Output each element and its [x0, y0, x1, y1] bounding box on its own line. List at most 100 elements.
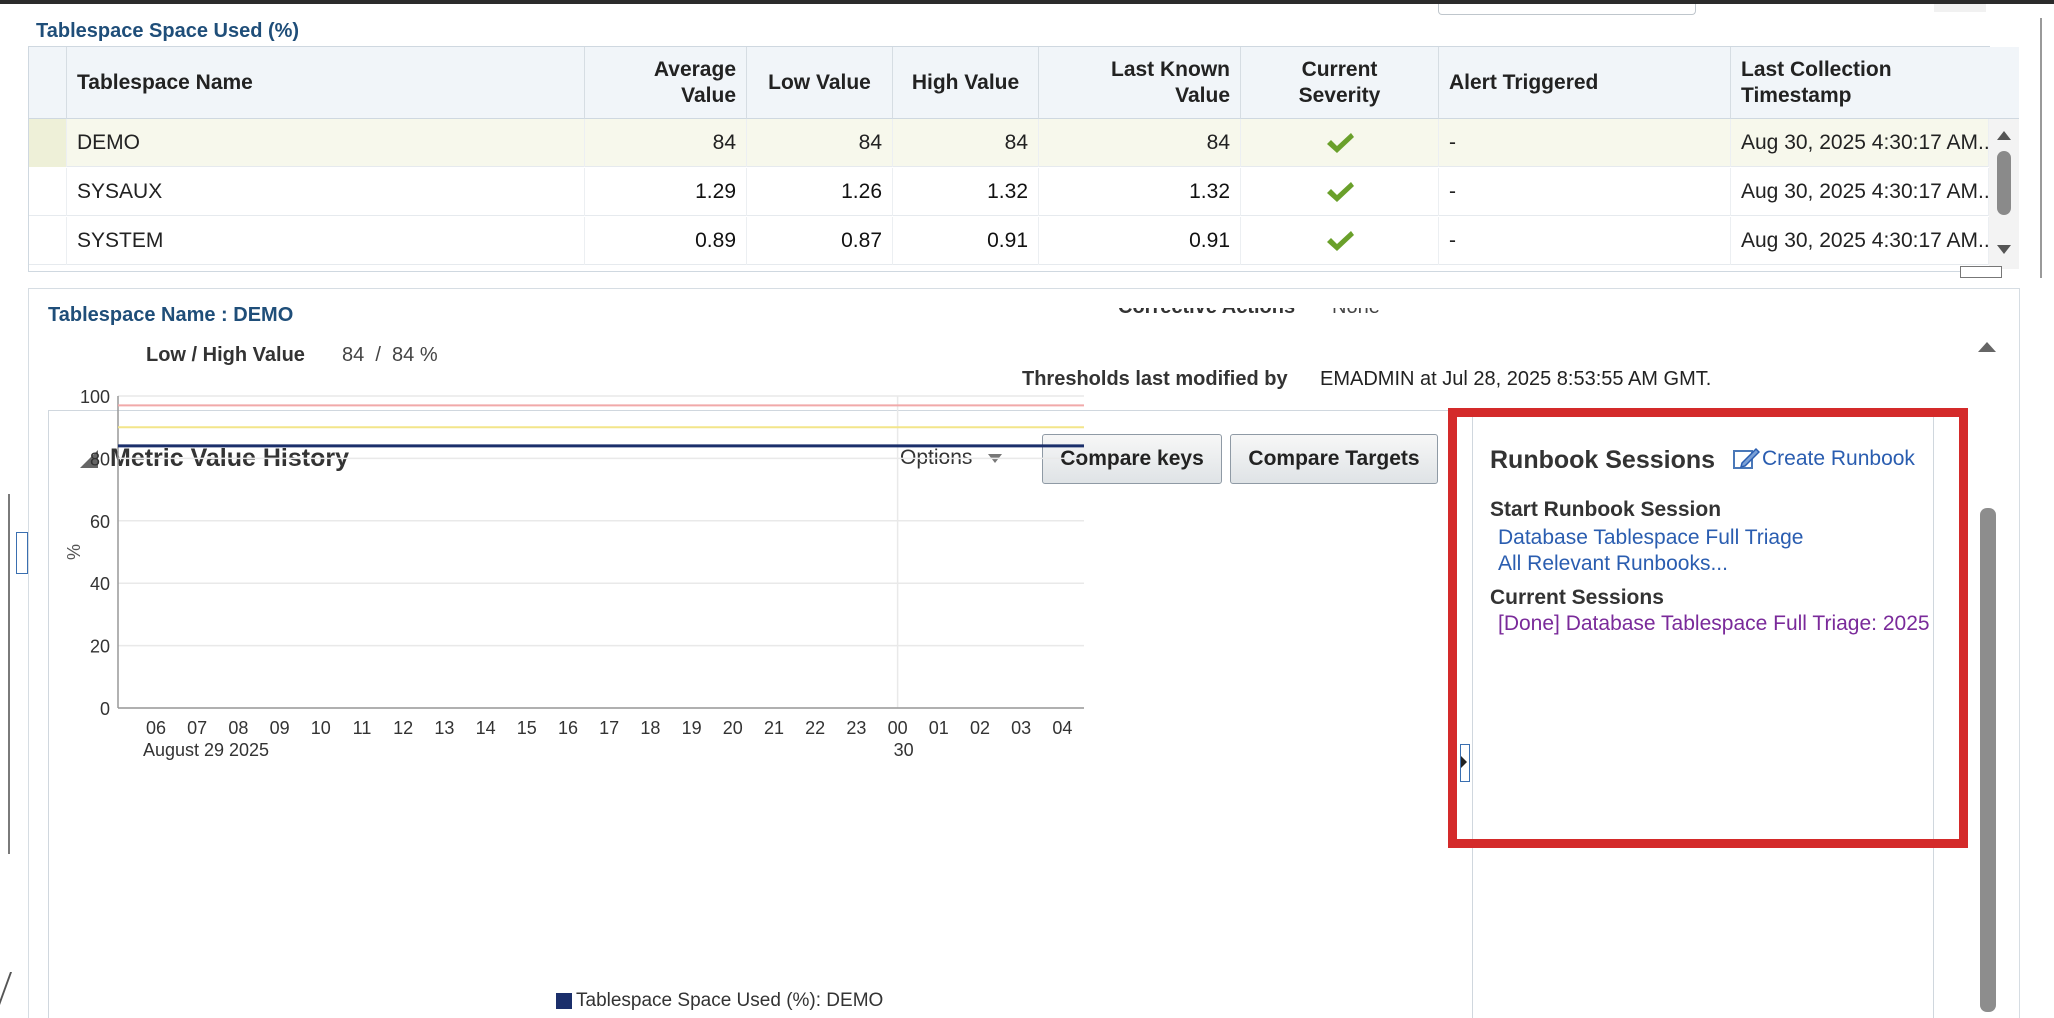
legend: Tablespace Space Used (%): DEMO — [556, 990, 883, 1012]
header-last-known-value[interactable]: Last Known Value — [1039, 47, 1241, 119]
tablespace-detail-title: Tablespace Name : DEMO — [48, 304, 294, 326]
corrective-actions-value: None — [1332, 308, 1380, 319]
cell-ts: Aug 30, 2025 4:30:17 AM... — [1731, 119, 1989, 167]
row-selector — [29, 217, 67, 265]
cell-alert: - — [1439, 168, 1731, 216]
header-last-line2: Value — [1175, 83, 1230, 107]
header-low-value[interactable]: Low Value — [747, 47, 893, 119]
x-tick-label: 15 — [517, 718, 537, 738]
cell-alert: - — [1439, 217, 1731, 265]
cell-last: 1.32 — [1039, 168, 1241, 216]
table-scrollbar[interactable] — [1989, 119, 2019, 269]
date-label: August 29 2025 — [143, 740, 269, 760]
current-sessions-heading: Current Sessions — [1490, 586, 1664, 609]
table-row[interactable]: SYSAUX 1.29 1.26 1.32 1.32- Aug 30, 2025 4:30… — [29, 168, 1989, 216]
table-scroll-thumb[interactable] — [1997, 151, 2011, 215]
x-tick-label: 23 — [846, 718, 866, 738]
y-tick-label: 100 — [80, 387, 110, 407]
create-runbook-link[interactable]: Create Runbook — [1732, 446, 1915, 472]
header-alert-triggered[interactable]: Alert Triggered — [1439, 47, 1731, 119]
y-tick-label: 20 — [90, 637, 110, 657]
cell-last: 84 — [1039, 119, 1241, 167]
y-tick-label: 60 — [90, 512, 110, 532]
x-tick-label: 20 — [723, 718, 743, 738]
cell-high: 0.91 — [893, 217, 1039, 265]
check-icon — [1326, 182, 1354, 202]
y-tick-label: 40 — [90, 574, 110, 594]
y-axis-label: % — [64, 544, 84, 560]
header-avg-line1: Average — [653, 57, 736, 81]
x-tick-label: 21 — [764, 718, 784, 738]
panel-splitter-handle[interactable] — [1960, 266, 2002, 278]
metric-history-chart: 02040608010006 07 08 09 10 11 12 13 14 15 16 17 18 19… — [64, 387, 1084, 760]
date-label: 30 — [894, 740, 914, 760]
header-sev-line1: Current — [1301, 57, 1378, 81]
x-tick-label: 18 — [640, 718, 660, 738]
metric-table: Tablespace Name Average Value Low Value H… — [28, 46, 2019, 272]
x-tick-label: 14 — [476, 718, 496, 738]
header-average-value[interactable]: Average Value — [585, 47, 747, 119]
header-sev-line2: Severity — [1298, 83, 1381, 107]
row-selector — [29, 119, 67, 167]
y-tick-label: 0 — [100, 699, 110, 719]
check-icon — [1326, 231, 1354, 251]
x-tick-label: 09 — [270, 718, 290, 738]
x-tick-label: 07 — [187, 718, 207, 738]
x-tick-label: 12 — [393, 718, 413, 738]
x-tick-label: 04 — [1052, 718, 1072, 738]
x-tick-label: 08 — [228, 718, 248, 738]
runbook-title: Runbook Sessions — [1490, 446, 1716, 474]
x-tick-label: 06 — [146, 718, 166, 738]
slash-artifact — [0, 972, 13, 1016]
cell-avg: 84 — [585, 119, 747, 167]
x-tick-label: 22 — [805, 718, 825, 738]
cell-ts: Aug 30, 2025 4:30:17 AM... — [1731, 217, 1989, 265]
header-ts-line1: Last Collection — [1741, 57, 1892, 81]
header-avg-line2: Value — [681, 83, 736, 107]
section-title: Tablespace Space Used (%) — [36, 20, 300, 42]
header-last-collection-timestamp[interactable]: Last Collection Timestamp — [1731, 47, 2019, 119]
cell-low: 1.26 — [747, 168, 893, 216]
low-high-label: Low / High Value — [146, 344, 305, 366]
low-high-value: 84 / 84 % — [342, 344, 438, 366]
cell-low: 0.87 — [747, 217, 893, 265]
cell-name: SYSTEM — [67, 217, 585, 265]
y-tick-label: 80 — [90, 449, 110, 469]
header-high-value[interactable]: High Value — [893, 47, 1039, 119]
x-tick-label: 17 — [599, 718, 619, 738]
top-search-box[interactable] — [1438, 4, 1696, 15]
check-icon — [1326, 133, 1354, 153]
detail-scroll-up-arrow-icon[interactable] — [1978, 342, 1996, 352]
x-tick-label: 19 — [682, 718, 702, 738]
header-tablespace-name[interactable]: Tablespace Name — [67, 47, 585, 119]
start-runbook-heading: Start Runbook Session — [1490, 498, 1722, 521]
table-row[interactable]: SYSTEM 0.89 0.87 0.91 0.91- Aug 30, 2025 4:30… — [29, 217, 1989, 265]
edit-icon — [1733, 447, 1760, 469]
scroll-up-arrow-icon[interactable] — [1997, 131, 2011, 140]
cell-high: 1.32 — [893, 168, 1039, 216]
x-tick-label: 00 — [888, 718, 908, 738]
create-runbook-label: Create Runbook — [1762, 447, 1915, 470]
severity-cell — [1241, 217, 1439, 265]
corrective-actions-label: Corrective Actions — [1118, 308, 1295, 319]
runbook-link-tablespace-triage[interactable]: Database Tablespace Full Triage — [1498, 526, 1803, 550]
legend-label: Tablespace Space Used (%): DEMO — [576, 990, 884, 1011]
runbook-link-all-relevant[interactable]: All Relevant Runbooks... — [1498, 552, 1728, 576]
page: Tablespace Space Used (%) Tablespace Nam… — [0, 4, 2054, 1018]
x-tick-label: 03 — [1011, 718, 1031, 738]
current-session-link[interactable]: [Done] Database Tablespace Full Triage: … — [1498, 612, 1930, 635]
x-tick-label: 10 — [311, 718, 331, 738]
top-right-control[interactable] — [1934, 4, 1986, 12]
cell-avg: 1.29 — [585, 168, 747, 216]
scroll-down-arrow-icon[interactable] — [1997, 245, 2011, 254]
severity-cell — [1241, 119, 1439, 167]
header-selector — [29, 47, 67, 119]
right-scroll-edge — [2040, 18, 2042, 278]
header-current-severity[interactable]: Current Severity — [1241, 47, 1439, 119]
legend-swatch — [556, 993, 572, 1009]
detail-scroll-thumb[interactable] — [1980, 508, 1996, 1012]
x-tick-label: 11 — [353, 718, 372, 738]
table-row[interactable]: DEMO 84 84 84 84- Aug 30, 2025 4:30:17 AM... — [29, 119, 1989, 167]
cell-ts: Aug 30, 2025 4:30:17 AM... — [1731, 168, 1989, 216]
cell-alert: - — [1439, 119, 1731, 167]
